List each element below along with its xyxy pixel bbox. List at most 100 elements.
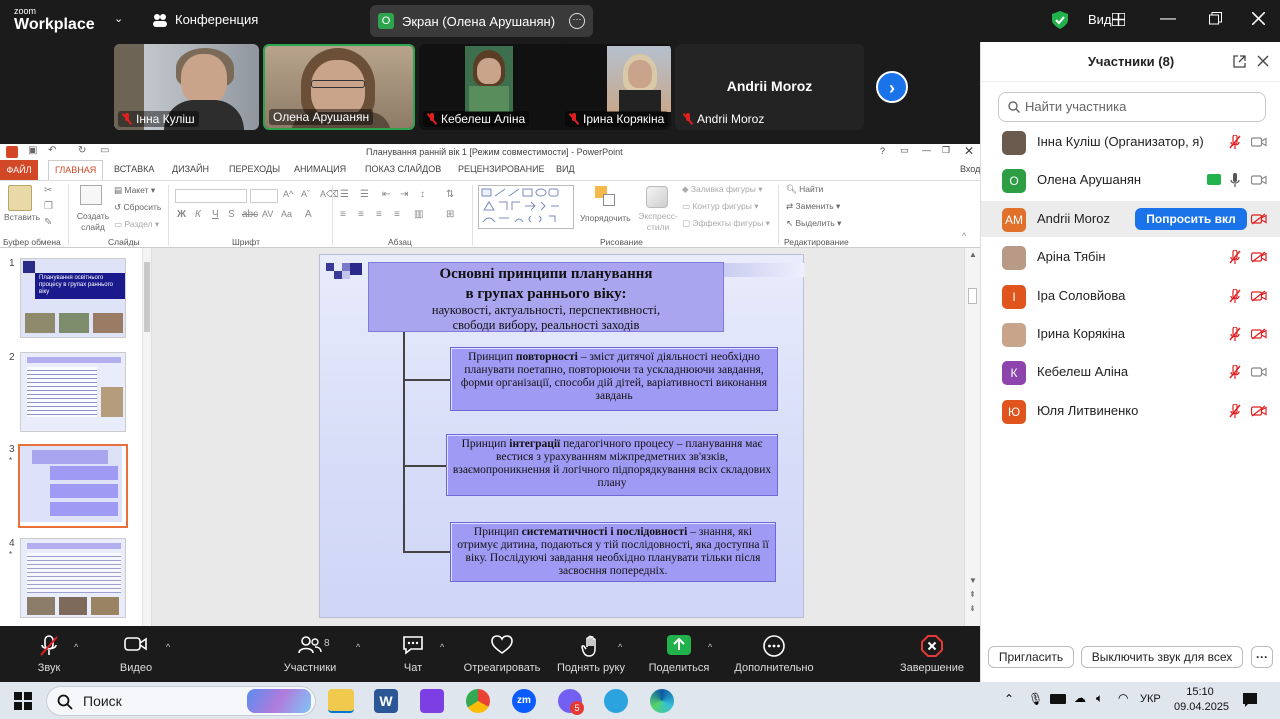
tab-slideshow[interactable]: ПОКАЗ СЛАЙДОВ — [365, 164, 441, 174]
edge-icon[interactable] — [650, 689, 674, 713]
camera-off-icon[interactable] — [1251, 251, 1267, 263]
notifications-icon[interactable] — [1242, 692, 1258, 708]
copy-icon[interactable]: ❐ — [44, 201, 53, 212]
chat-button[interactable]: Чат — [394, 626, 432, 682]
quick-styles-icon[interactable] — [646, 186, 668, 208]
viber-icon[interactable]: 5 — [558, 689, 584, 715]
italic-icon[interactable]: К — [195, 209, 201, 220]
share-button[interactable]: Поделиться — [644, 626, 714, 682]
principle-box-systematicity[interactable]: Принцип систематичності і послідовності … — [450, 522, 776, 582]
video-tile-no-video[interactable]: Andrii Moroz Andrii Moroz — [675, 44, 864, 130]
camera-off-icon[interactable] — [1251, 290, 1267, 302]
video-tile-active-speaker[interactable]: Олена Арушанян — [263, 44, 415, 130]
slide-thumbnail[interactable]: Планування освітнього процесу в групах р… — [20, 258, 126, 338]
find-button[interactable]: 🔍︎ Найти — [786, 184, 823, 195]
audio-options-caret[interactable]: ^ — [74, 642, 78, 652]
font-color-icon[interactable]: A — [305, 209, 312, 220]
taskbar-search[interactable]: Поиск — [46, 686, 316, 716]
start-slideshow-icon[interactable]: ▭ — [100, 145, 109, 156]
tab-transitions[interactable]: ПЕРЕХОДЫ — [229, 164, 280, 174]
align-center-icon[interactable]: ≡ — [358, 209, 364, 220]
participant-row[interactable]: AM Andrii Moroz Попросить вкл — [981, 201, 1280, 237]
shape-outline-button[interactable]: ▭ Контур фигуры ▾ — [682, 201, 759, 212]
slide-title[interactable]: Основні принципи планування в групах ран… — [368, 262, 724, 332]
arrange-button[interactable]: Упорядочить — [580, 213, 631, 223]
slide[interactable]: Основні принципи планування в групах ран… — [319, 254, 804, 618]
format-painter-icon[interactable]: ✎ — [44, 217, 52, 228]
tab-file[interactable]: ФАЙЛ — [0, 160, 38, 180]
close-icon[interactable]: ✕ — [964, 144, 974, 158]
chat-options-caret[interactable]: ^ — [440, 642, 444, 652]
text-direction-icon[interactable]: ⇅ — [446, 189, 454, 200]
tab-design[interactable]: ДИЗАЙН — [172, 164, 209, 174]
end-meeting-button[interactable]: Завершение — [894, 626, 970, 682]
numbering-icon[interactable]: ☰ — [360, 189, 369, 200]
camera-off-icon[interactable] — [1251, 328, 1267, 340]
select-button[interactable]: ↖ Выделить ▾ — [786, 218, 841, 229]
change-case-icon[interactable]: Aa — [281, 209, 292, 219]
shapes-gallery[interactable] — [478, 185, 574, 229]
more-button[interactable]: Дополнительно — [730, 626, 818, 682]
battery-icon[interactable] — [1050, 694, 1066, 704]
slide-thumbnail[interactable] — [20, 352, 126, 432]
shape-effects-button[interactable]: ▢ Эффекты фигуры ▾ — [682, 218, 770, 229]
mic-off-icon[interactable] — [1229, 250, 1241, 264]
invite-button[interactable]: Пригласить — [988, 646, 1074, 668]
telegram-icon[interactable] — [604, 689, 628, 713]
principle-box-integration[interactable]: Принцип інтеграції педагогічного процесу… — [446, 434, 778, 496]
columns-icon[interactable]: ▥ — [414, 209, 423, 220]
video-tile[interactable]: Інна Куліш — [114, 44, 259, 130]
save-app-icon[interactable] — [420, 689, 444, 713]
show-hidden-icons[interactable]: ⌃ — [1004, 692, 1014, 706]
tab-animation[interactable]: АНИМАЦИЯ — [294, 164, 346, 174]
participant-row[interactable]: К Кебелеш Аліна — [981, 354, 1280, 390]
sign-in-link[interactable]: Вход — [960, 164, 980, 174]
mic-off-icon[interactable] — [1229, 404, 1241, 418]
ask-to-unmute-button[interactable]: Попросить вкл — [1135, 208, 1247, 230]
participant-row[interactable]: Ірина Корякіна — [981, 316, 1280, 352]
raise-hand-options-caret[interactable]: ^ — [618, 642, 622, 652]
camera-icon[interactable] — [1251, 174, 1267, 186]
redo-icon[interactable]: ↻ — [78, 145, 86, 156]
participant-row[interactable]: О Олена Арушанян — [981, 162, 1280, 198]
share-options-caret[interactable]: ^ — [708, 642, 712, 652]
increase-font-icon[interactable]: A^ — [283, 189, 293, 199]
mic-off-icon[interactable] — [1229, 327, 1241, 341]
participant-row[interactable]: Аріна Тябін — [981, 239, 1280, 275]
mic-on-icon[interactable] — [1229, 173, 1241, 187]
strikethrough-icon[interactable]: abc — [242, 209, 258, 220]
more-options-button[interactable]: ··· — [1251, 646, 1273, 668]
close-icon[interactable] — [1257, 55, 1269, 67]
collapse-ribbon-icon[interactable]: ^ — [962, 231, 966, 241]
microphone-icon[interactable]: 🎙︎ — [1028, 692, 1043, 706]
shape-fill-button[interactable]: ◆ Заливка фигуры ▾ — [682, 184, 762, 195]
tab-insert[interactable]: ВСТАВКА — [114, 164, 154, 174]
underline-icon[interactable]: Ч — [212, 209, 219, 220]
shield-icon[interactable] — [1052, 11, 1068, 29]
font-size-select[interactable] — [250, 189, 278, 203]
next-page-button[interactable]: › — [876, 71, 908, 103]
section-button[interactable]: ▭ Раздел ▾ — [114, 219, 159, 230]
zoom-app-icon[interactable]: zm — [512, 689, 536, 713]
undo-icon[interactable]: ↶ — [48, 145, 56, 156]
raise-hand-button[interactable]: Поднять руку — [552, 626, 630, 682]
participant-row[interactable]: Ю Юля Литвиненко — [981, 393, 1280, 429]
tab-home[interactable]: ГЛАВНАЯ — [48, 160, 104, 181]
windows-start-icon[interactable] — [14, 692, 32, 710]
minimize-icon[interactable]: — — [1160, 10, 1176, 28]
align-left-icon[interactable]: ≡ — [340, 209, 346, 220]
camera-icon[interactable] — [1251, 136, 1267, 148]
font-name-select[interactable] — [175, 189, 247, 203]
new-slide-icon[interactable] — [80, 185, 102, 205]
clear-format-icon[interactable]: A⌫ — [320, 189, 339, 200]
bold-icon[interactable]: Ж — [177, 209, 186, 220]
increase-indent-icon[interactable]: ⇥ — [400, 189, 408, 200]
word-icon[interactable]: W — [374, 689, 398, 713]
participant-row[interactable]: Інна Куліш (Организатор, я) — [981, 124, 1280, 160]
help-button[interactable]: ? — [880, 146, 885, 156]
participant-row[interactable]: І Іра Соловйова — [981, 278, 1280, 314]
grid-view-icon[interactable] — [1112, 13, 1125, 26]
file-explorer-icon[interactable] — [328, 689, 354, 713]
participants-options-caret[interactable]: ^ — [356, 642, 360, 652]
justify-icon[interactable]: ≡ — [394, 209, 400, 220]
